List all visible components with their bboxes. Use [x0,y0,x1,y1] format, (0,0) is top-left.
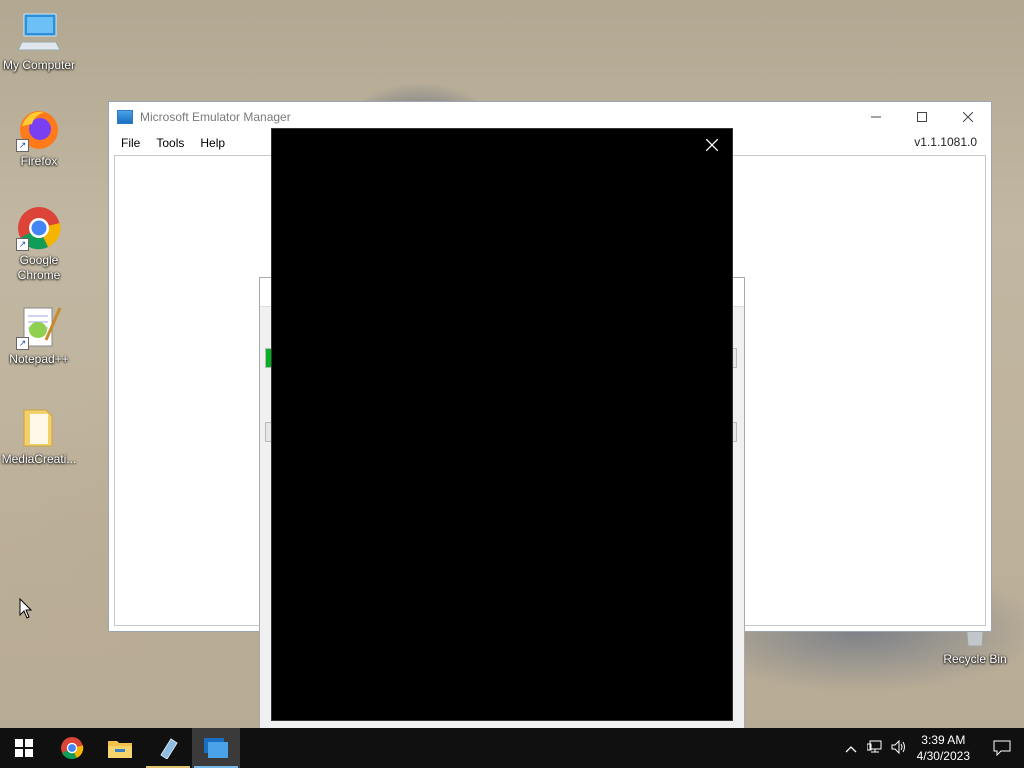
menu-tools[interactable]: Tools [148,136,192,150]
maximize-icon [917,112,927,122]
window-title: Microsoft Emulator Manager [140,110,291,124]
clock[interactable]: 3:39 AM 4/30/2023 [917,732,970,764]
desktop-icon-firefox[interactable]: ↗ Firefox [0,106,78,169]
desktop-icon-label: Notepad++ [9,352,69,366]
file-explorer-icon [108,741,132,758]
menu-file[interactable]: File [113,136,148,150]
network-icon[interactable] [863,740,887,757]
desktop-icon-label: MediaCreati... [1,452,77,466]
volume-icon[interactable] [887,739,911,757]
desktop-icon-notepadpp[interactable]: ↗ Notepad++ [0,304,78,367]
desktop-icon-label: My Computer [2,58,76,72]
firefox-icon: ↗ [16,106,62,152]
desktop-icon-label: Recycle Bin [943,652,1007,666]
system-tray: 3:39 AM 4/30/2023 [839,728,1024,768]
action-center-button[interactable] [980,728,1024,768]
mouse-cursor-icon [19,597,33,625]
notepadpp-icon: ↗ [16,304,62,350]
taskbar: 3:39 AM 4/30/2023 [0,728,1024,768]
chrome-icon: ↗ [16,205,62,251]
menu-help[interactable]: Help [192,136,233,150]
taskbar-emulator-manager[interactable] [192,728,240,768]
desktop-icon-google-chrome[interactable]: ↗ Google Chrome [0,205,78,283]
version-label: v1.1.1081.0 [914,135,977,149]
clock-time: 3:39 AM [921,733,966,747]
desktop-icon-my-computer[interactable]: My Computer [0,10,78,73]
maximize-button[interactable] [899,102,945,132]
minimize-button[interactable] [853,102,899,132]
minimize-icon [871,116,881,118]
taskbar-app[interactable] [144,728,192,768]
desktop-icon-label: Firefox [20,154,58,168]
notification-icon [993,740,1011,756]
clock-date: 4/30/2023 [916,749,970,763]
close-icon [963,112,973,122]
overlay-close-button[interactable] [705,135,719,155]
windows-logo-icon [15,739,33,757]
folder-icon [16,404,62,450]
app-icon [160,738,178,759]
taskbar-chrome[interactable] [48,728,96,768]
emulator-manager-icon [204,738,228,758]
taskbar-file-explorer[interactable] [96,728,144,768]
desktop-icon-label: Google Chrome [17,253,61,282]
computer-icon [16,10,62,56]
black-overlay-window [271,128,733,721]
emulator-manager-app-icon [117,110,133,124]
chrome-icon [61,737,84,760]
show-hidden-icons-icon[interactable] [839,741,863,756]
desktop-icon-mediacreation[interactable]: MediaCreati... [0,404,78,467]
close-window-button[interactable] [945,102,991,132]
start-button[interactable] [0,728,48,768]
close-icon [705,138,719,152]
